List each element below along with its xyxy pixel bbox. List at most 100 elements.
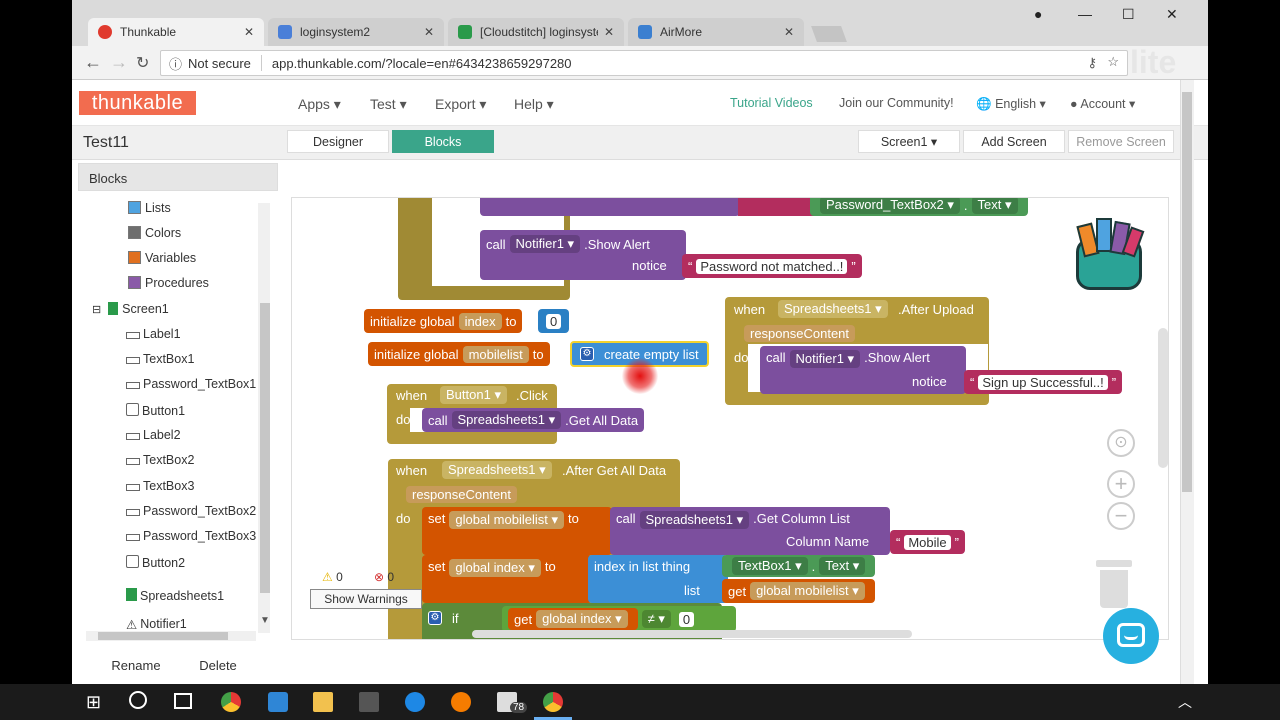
get-mobilelist-block[interactable]: get global mobilelist ▾ bbox=[722, 579, 875, 603]
community-link[interactable]: Join our Community! bbox=[839, 96, 954, 110]
number-value[interactable]: 0 bbox=[678, 611, 695, 627]
var-dropdown[interactable]: global index ▾ bbox=[536, 610, 628, 628]
blocks-button[interactable]: Blocks bbox=[392, 130, 494, 153]
set-index-block[interactable]: set global index ▾ to bbox=[422, 555, 592, 603]
ie-icon[interactable] bbox=[405, 692, 425, 712]
builtin-variables[interactable]: Variables bbox=[128, 251, 196, 265]
init-global-mobilelist[interactable]: initialize global mobilelist to bbox=[368, 342, 550, 366]
task-view-icon[interactable] bbox=[174, 693, 192, 709]
tree-screen1[interactable]: ⊟ Screen1 bbox=[92, 302, 169, 316]
compare-block[interactable]: get global index ▾ ≠ ▾ 0 bbox=[502, 606, 736, 632]
maximize-button[interactable]: ☐ bbox=[1122, 6, 1135, 23]
param-responsecontent[interactable]: responseContent bbox=[744, 325, 856, 342]
edge-icon[interactable] bbox=[268, 692, 288, 712]
page-scrollbar-thumb[interactable] bbox=[1182, 92, 1192, 492]
workspace-vscroll[interactable] bbox=[1158, 328, 1168, 468]
param-responsecontent[interactable]: responseContent bbox=[406, 486, 518, 503]
back-arrow-icon[interactable]: ← bbox=[84, 52, 102, 73]
property-dropdown[interactable]: Text ▾ bbox=[971, 198, 1018, 214]
account-menu[interactable]: ● Account ▾ bbox=[1070, 96, 1135, 111]
remove-screen-button[interactable]: Remove Screen bbox=[1068, 130, 1174, 153]
menu-test[interactable]: Test ▾ bbox=[370, 96, 407, 113]
component-item[interactable]: TextBox1 bbox=[126, 352, 194, 366]
component-item[interactable]: TextBox2 bbox=[126, 453, 194, 467]
tray-chevron-icon[interactable]: ︿ bbox=[1178, 692, 1192, 712]
menu-apps[interactable]: Apps ▾ bbox=[298, 96, 341, 113]
component-item[interactable]: TextBox3 bbox=[126, 479, 194, 493]
center-target-icon[interactable]: ⊙ bbox=[1107, 429, 1135, 457]
tab-airmore[interactable]: AirMore ✕ bbox=[628, 18, 804, 46]
trash-icon[interactable] bbox=[1096, 560, 1132, 610]
close-icon[interactable]: ✕ bbox=[604, 25, 614, 39]
property-dropdown[interactable]: Text ▾ bbox=[819, 557, 866, 575]
gear-icon[interactable]: ⚙ bbox=[580, 347, 594, 361]
component-dropdown[interactable]: Notifier1 ▾ bbox=[509, 235, 581, 253]
component-item[interactable]: Label2 bbox=[126, 428, 181, 442]
firefox-icon[interactable] bbox=[451, 692, 471, 712]
star-icon[interactable]: ☆ bbox=[1107, 54, 1119, 70]
gear-icon[interactable]: ⚙ bbox=[428, 611, 442, 625]
builtin-lists[interactable]: Lists bbox=[128, 201, 171, 215]
thunkable-logo[interactable]: thunkable bbox=[79, 91, 196, 115]
reload-icon[interactable]: ↻ bbox=[136, 53, 149, 73]
component-dropdown[interactable]: Spreadsheets1 ▾ bbox=[451, 411, 562, 429]
omnibox[interactable]: ⓘ Not secure app.thunkable.com/?locale=e… bbox=[160, 50, 1128, 76]
tutorial-videos-link[interactable]: Tutorial Videos bbox=[730, 96, 813, 110]
top-call-block[interactable] bbox=[480, 198, 740, 216]
get-all-data-call[interactable]: call Spreadsheets1 ▾ .Get All Data bbox=[422, 408, 645, 432]
password-string-block[interactable]: “Password not matched..!” bbox=[682, 254, 862, 278]
close-icon[interactable]: ✕ bbox=[424, 25, 434, 39]
component-item[interactable]: Label1 bbox=[126, 327, 181, 341]
top-compare-block[interactable] bbox=[738, 198, 818, 216]
new-tab-button[interactable] bbox=[811, 26, 847, 42]
number-value[interactable]: 0 bbox=[546, 313, 562, 329]
index-in-list-block[interactable]: index in list thing bbox=[588, 555, 728, 603]
zoom-out-button[interactable]: − bbox=[1107, 502, 1135, 530]
close-icon[interactable]: ✕ bbox=[244, 25, 254, 39]
component-item[interactable]: ⚠ Notifier1 bbox=[126, 617, 187, 632]
init-global-index[interactable]: initialize global index to bbox=[364, 309, 523, 333]
rename-button[interactable]: Rename bbox=[100, 653, 172, 677]
close-icon[interactable]: ✕ bbox=[784, 25, 794, 39]
component-dropdown[interactable]: Button1 ▾ bbox=[440, 386, 507, 404]
builtin-colors[interactable]: Colors bbox=[128, 226, 181, 240]
panel-scrollbar-thumb[interactable] bbox=[260, 303, 270, 593]
chrome-icon[interactable] bbox=[221, 692, 241, 712]
workspace-hscroll[interactable] bbox=[472, 630, 912, 638]
success-string-block[interactable]: “Sign up Successful..!” bbox=[964, 370, 1123, 394]
var-name-field[interactable]: index bbox=[458, 312, 502, 330]
operator-dropdown[interactable]: ≠ ▾ bbox=[641, 610, 671, 628]
designer-button[interactable]: Designer bbox=[287, 130, 389, 153]
component-dropdown[interactable]: Notifier1 ▾ bbox=[789, 350, 861, 368]
collapse-icon[interactable]: ⊟ bbox=[92, 304, 101, 316]
chrome-active-icon[interactable] bbox=[543, 692, 563, 712]
scroll-down-icon[interactable]: ▼ bbox=[260, 615, 270, 626]
minimize-button[interactable]: — bbox=[1078, 6, 1092, 22]
component-item[interactable]: Password_TextBox2 bbox=[126, 504, 256, 518]
component-item[interactable]: Button1 bbox=[126, 403, 185, 418]
component-item[interactable]: Button2 bbox=[126, 555, 185, 570]
windows-start-icon[interactable]: ⊞ bbox=[86, 692, 101, 713]
component-item[interactable]: Password_TextBox3 bbox=[126, 529, 256, 543]
component-dropdown[interactable]: Password_TextBox2 ▾ bbox=[820, 198, 960, 214]
component-item[interactable]: Spreadsheets1 bbox=[118, 582, 250, 610]
backpack-icon[interactable] bbox=[1066, 216, 1152, 296]
blocks-workspace[interactable]: Password_TextBox2 ▾ . Text ▾ else call No… bbox=[291, 197, 1169, 640]
password-textbox-getter[interactable]: Password_TextBox2 ▾ . Text ▾ bbox=[810, 198, 1028, 216]
screen-select[interactable]: Screen1 ▾ bbox=[858, 130, 960, 153]
profile-icon[interactable]: ● bbox=[1034, 6, 1042, 22]
tab-thunkable[interactable]: Thunkable ✕ bbox=[88, 18, 264, 46]
menu-help[interactable]: Help ▾ bbox=[514, 96, 554, 113]
show-warnings-button[interactable]: Show Warnings bbox=[310, 589, 422, 609]
menu-export[interactable]: Export ▾ bbox=[435, 96, 486, 113]
set-mobilelist-block[interactable]: set global mobilelist ▾ to bbox=[422, 507, 612, 555]
component-item[interactable]: Password_TextBox1 bbox=[126, 377, 256, 391]
builtin-procedures[interactable]: Procedures bbox=[128, 276, 209, 290]
store-icon[interactable] bbox=[359, 692, 379, 712]
component-dropdown[interactable]: Spreadsheets1 ▾ bbox=[778, 300, 888, 318]
panel-hscroll-thumb[interactable] bbox=[98, 632, 228, 640]
var-dropdown[interactable]: global mobilelist ▾ bbox=[449, 511, 564, 529]
key-icon[interactable]: ⚷ bbox=[1087, 55, 1097, 71]
add-screen-button[interactable]: Add Screen bbox=[963, 130, 1065, 153]
component-dropdown[interactable]: Spreadsheets1 ▾ bbox=[639, 511, 750, 529]
